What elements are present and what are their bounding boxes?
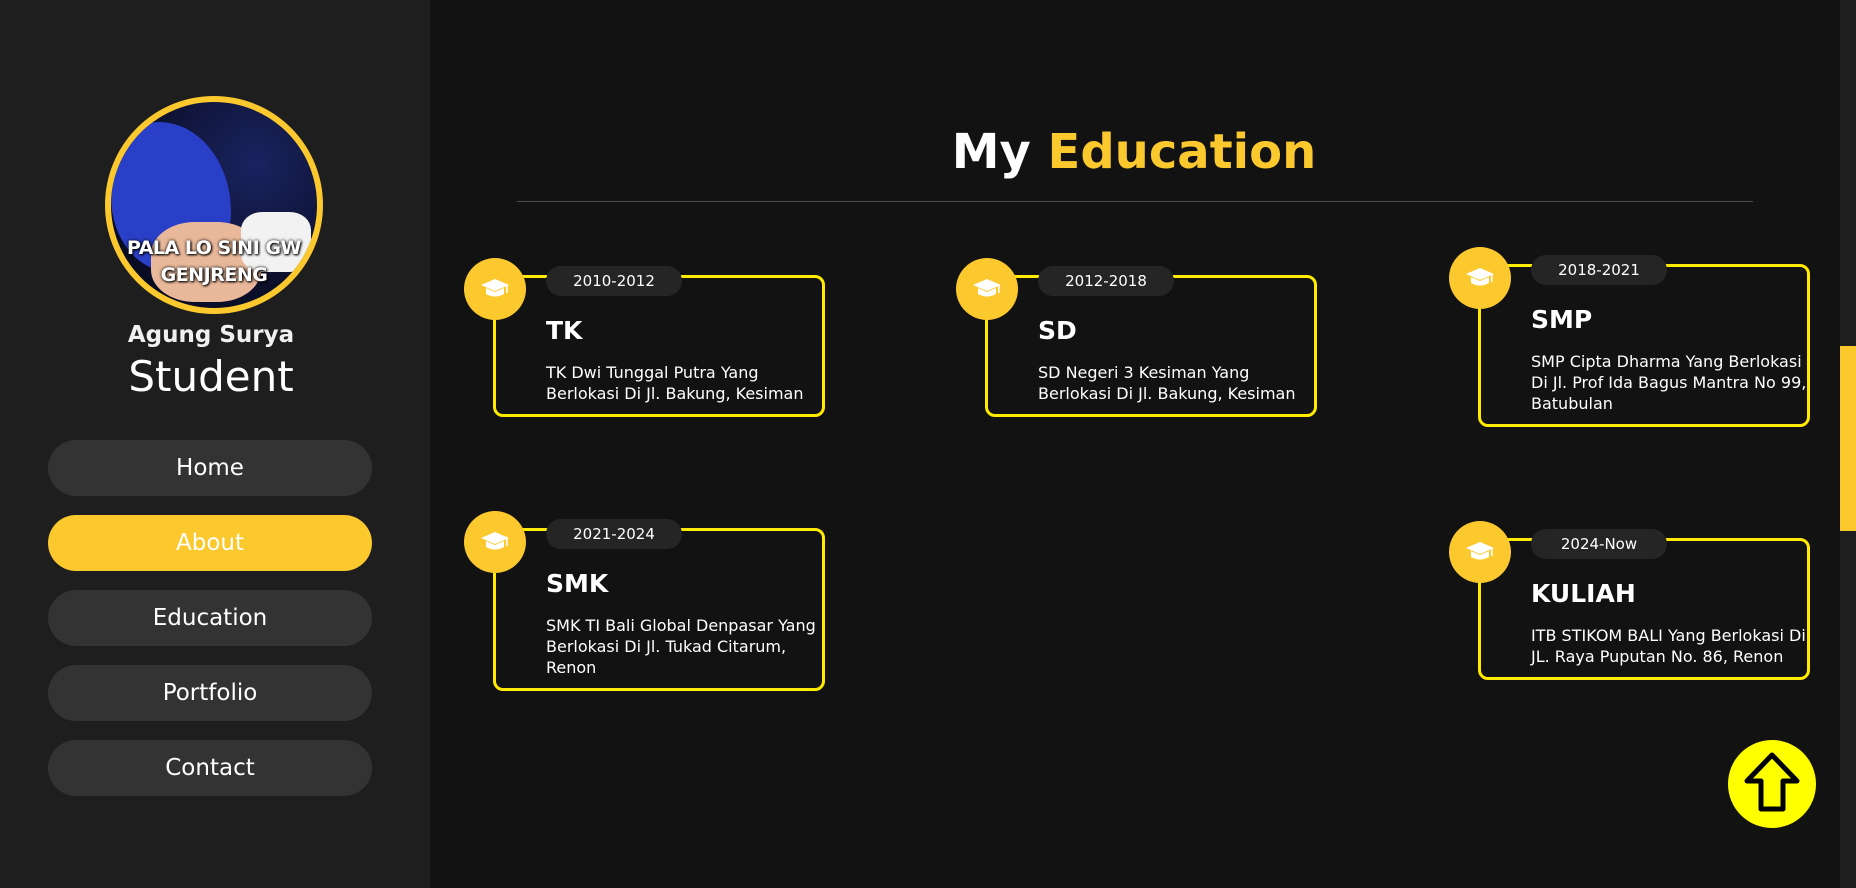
nav-contact-button[interactable]: Contact — [48, 740, 372, 796]
title-accent: Education — [1047, 124, 1317, 180]
graduation-cap-icon — [464, 511, 526, 573]
nav-portfolio-button[interactable]: Portfolio — [48, 665, 372, 721]
education-description: SMK TI Bali Global Denpasar Yang Berloka… — [546, 616, 816, 677]
education-years: 2024-Now — [1531, 529, 1667, 559]
education-card-kuliah: 2024-Now KULIAH ITB STIKOM BALI Yang Ber… — [1449, 521, 1810, 680]
education-years: 2018-2021 — [1531, 255, 1667, 285]
avatar-caption-line2: GENJRENG — [160, 264, 268, 286]
nav-home-button[interactable]: Home — [48, 440, 372, 496]
education-card-sd: 2012-2018 SD SD Negeri 3 Kesiman Yang Be… — [956, 258, 1317, 417]
education-card-smk: 2021-2024 SMK SMK TI Bali Global Denpasa… — [464, 511, 825, 691]
education-years: 2010-2012 — [546, 266, 682, 296]
nav-about-button[interactable]: About — [48, 515, 372, 571]
education-years: 2021-2024 — [546, 519, 682, 549]
profile-role: Student — [128, 352, 294, 401]
education-description: SMP Cipta Dharma Yang Berlokasi Di Jl. P… — [1531, 352, 1807, 413]
profile-name: Agung Surya — [127, 322, 295, 348]
education-years: 2012-2018 — [1038, 266, 1174, 296]
education-description: SD Negeri 3 Kesiman Yang Berlokasi Di Jl… — [1038, 363, 1296, 403]
scrollbar[interactable] — [1840, 0, 1856, 888]
back-to-top-button[interactable] — [1728, 740, 1816, 828]
sidebar: PALA LO SINI GW GENJRENG Agung Surya Stu… — [0, 0, 430, 888]
graduation-cap-icon — [956, 258, 1018, 320]
title-prefix: My — [951, 124, 1031, 180]
graduation-cap-icon — [464, 258, 526, 320]
scrollbar-thumb[interactable] — [1840, 346, 1856, 531]
education-school: TK — [546, 316, 583, 345]
avatar: PALA LO SINI GW GENJRENG — [105, 96, 323, 314]
education-description: ITB STIKOM BALI Yang Berlokasi Di JL. Ra… — [1531, 626, 1806, 666]
graduation-cap-icon — [1449, 247, 1511, 309]
education-card-smp: 2018-2021 SMP SMP Cipta Dharma Yang Berl… — [1449, 247, 1810, 427]
title-divider — [517, 201, 1753, 202]
education-school: SMP — [1531, 305, 1593, 334]
education-description: TK Dwi Tunggal Putra Yang Berlokasi Di J… — [546, 363, 804, 403]
nav-education-button[interactable]: Education — [48, 590, 372, 646]
avatar-caption-line1: PALA LO SINI GW — [127, 237, 301, 259]
education-school: SD — [1038, 316, 1077, 345]
page-title: My Education — [430, 124, 1838, 180]
arrow-up-icon — [1739, 749, 1805, 819]
education-school: SMK — [546, 569, 609, 598]
education-card-tk: 2010-2012 TK TK Dwi Tunggal Putra Yang B… — [464, 258, 825, 417]
graduation-cap-icon — [1449, 521, 1511, 583]
education-school: KULIAH — [1531, 579, 1636, 608]
